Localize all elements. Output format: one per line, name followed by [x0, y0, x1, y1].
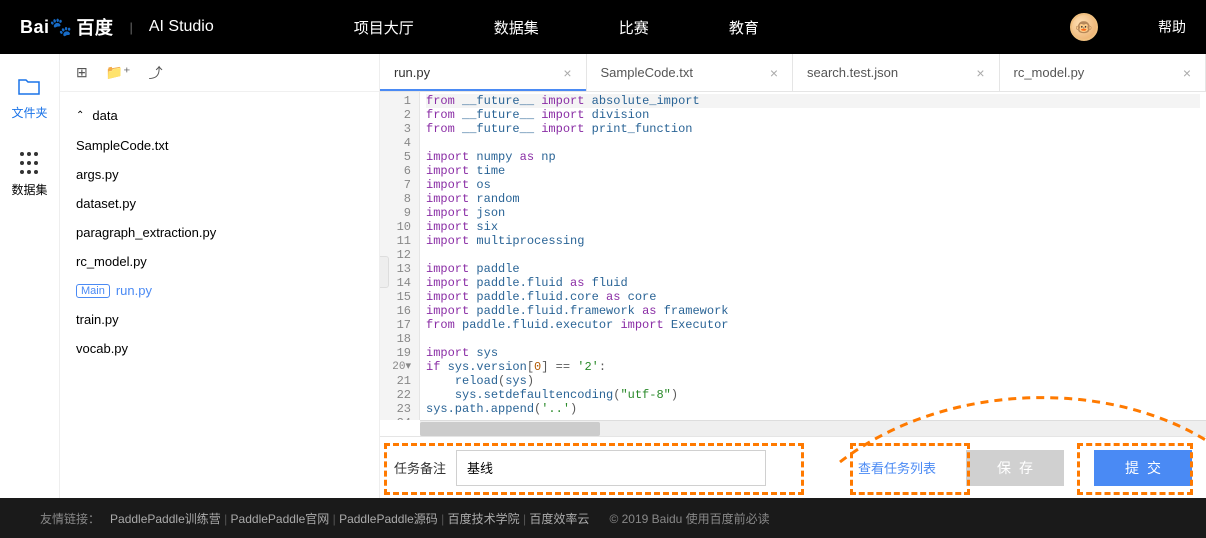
footer-prefix: 友情链接： [40, 510, 100, 527]
close-icon[interactable]: × [770, 65, 778, 81]
upload-icon[interactable]: ⤴ [149, 63, 163, 83]
submit-button[interactable]: 提交 [1094, 450, 1192, 486]
grid-icon [17, 151, 41, 175]
file-toolbar: ⊞ 📁⁺ ⤴ [60, 54, 379, 92]
editor-tabs: run.py×SampleCode.txt×search.test.json×r… [380, 54, 1206, 92]
folder-data[interactable]: ⌃ data [60, 100, 379, 131]
paw-icon: 🐾 [50, 17, 73, 38]
file-row[interactable]: args.py [60, 160, 379, 189]
bottom-bar-right: 查看任务列表 保存 提交 [858, 450, 1192, 486]
file-row[interactable]: train.py [60, 305, 379, 334]
left-rail: 文件夹 数据集 [0, 54, 60, 498]
nav-competitions[interactable]: 比赛 [619, 17, 649, 38]
code-content[interactable]: from __future__ import absolute_importfr… [420, 92, 1206, 420]
new-folder-icon[interactable]: 📁⁺ [106, 64, 131, 81]
save-button[interactable]: 保存 [966, 450, 1064, 486]
footer-links: PaddlePaddle训练营 | PaddlePaddle官网 | Paddl… [110, 510, 589, 527]
file-row[interactable]: rc_model.py [60, 247, 379, 276]
file-sidebar: ⊞ 📁⁺ ⤴ ⌃ data SampleCode.txt args.py datas… [60, 54, 380, 498]
footer-copyright: © 2019 Baidu 使用百度前必读 [609, 510, 769, 527]
scrollbar-thumb[interactable] [420, 422, 600, 436]
caret-icon: ⌃ [76, 110, 84, 121]
task-note-label: 任务备注 [394, 458, 446, 477]
horizontal-scrollbar[interactable] [420, 420, 1206, 436]
file-row[interactable]: Main run.py [60, 276, 379, 305]
tab-label: search.test.json [807, 65, 898, 80]
editor-tab[interactable]: search.test.json × [793, 54, 1000, 91]
rail-dataset-label: 数据集 [11, 181, 47, 198]
main-badge: Main [76, 284, 110, 298]
editor-tab[interactable]: run.py × [380, 54, 587, 91]
editor-area: run.py×SampleCode.txt×search.test.json×r… [380, 54, 1206, 498]
footer-link[interactable]: PaddlePaddle官网 [231, 512, 330, 526]
file-name: vocab.py [76, 341, 128, 356]
bottom-bar: 任务备注 查看任务列表 保存 提交 [380, 436, 1206, 498]
close-icon[interactable]: × [563, 65, 571, 81]
file-name: rc_model.py [76, 254, 147, 269]
logo-text-2: 百度 [76, 14, 113, 40]
folder-icon [17, 74, 41, 98]
close-icon[interactable]: × [1183, 65, 1191, 81]
file-name: dataset.py [76, 196, 136, 211]
logo-divider: | [129, 20, 132, 35]
file-row[interactable]: SampleCode.txt [60, 131, 379, 160]
studio-text: AI Studio [149, 18, 214, 36]
close-icon[interactable]: × [976, 65, 984, 81]
nav-datasets[interactable]: 数据集 [494, 17, 539, 38]
nav-projects[interactable]: 项目大厅 [354, 17, 414, 38]
view-tasklist-link[interactable]: 查看任务列表 [858, 458, 936, 477]
rail-folder-label: 文件夹 [11, 104, 47, 121]
footer-link[interactable]: PaddlePaddle训练营 [110, 512, 221, 526]
task-note-input[interactable] [456, 450, 766, 486]
file-row[interactable]: dataset.py [60, 189, 379, 218]
file-row[interactable]: vocab.py [60, 334, 379, 363]
logo-area[interactable]: Bai🐾百度 | AI Studio [20, 14, 214, 40]
file-tree: ⌃ data SampleCode.txt args.py dataset.py pa… [60, 92, 379, 371]
help-link[interactable]: 帮助 [1158, 17, 1186, 37]
tab-label: SampleCode.txt [601, 65, 694, 80]
new-file-icon[interactable]: ⊞ [76, 64, 88, 81]
editor-tab[interactable]: SampleCode.txt × [587, 54, 794, 91]
avatar-face-icon: 🐵 [1075, 19, 1092, 36]
file-name: train.py [76, 312, 119, 327]
tab-label: rc_model.py [1014, 65, 1085, 80]
top-header: Bai🐾百度 | AI Studio 项目大厅 数据集 比赛 教育 🐵 帮助 [0, 0, 1206, 54]
main-nav: 项目大厅 数据集 比赛 教育 [354, 17, 759, 38]
file-row[interactable]: paragraph_extraction.py [60, 218, 379, 247]
file-name: paragraph_extraction.py [76, 225, 216, 240]
nav-education[interactable]: 教育 [729, 17, 759, 38]
footer-link[interactable]: 百度技术学院 [448, 512, 520, 526]
rail-folder[interactable]: 文件夹 [11, 74, 47, 121]
folder-name: data [92, 108, 117, 123]
line-gutter: 1234567891011121314151617181920▾21222324 [380, 92, 420, 420]
file-name: SampleCode.txt [76, 138, 169, 153]
file-name: args.py [76, 167, 119, 182]
editor-tab[interactable]: rc_model.py × [1000, 54, 1206, 91]
footer: 友情链接： PaddlePaddle训练营 | PaddlePaddle官网 |… [0, 498, 1206, 538]
rail-dataset[interactable]: 数据集 [11, 151, 47, 198]
logo-text-1: Bai [20, 17, 50, 38]
header-right: 🐵 帮助 [1070, 13, 1186, 41]
baidu-logo: Bai🐾百度 [20, 14, 113, 40]
tab-label: run.py [394, 65, 430, 80]
file-name: run.py [116, 283, 152, 298]
footer-link[interactable]: 百度效率云 [529, 512, 589, 526]
footer-link[interactable]: PaddlePaddle源码 [339, 512, 438, 526]
code-editor[interactable]: 1234567891011121314151617181920▾21222324… [380, 92, 1206, 420]
main-body: 文件夹 数据集 ⊞ 📁⁺ ⤴ ⌃ data SampleCode.txt args… [0, 54, 1206, 498]
avatar[interactable]: 🐵 [1070, 13, 1098, 41]
